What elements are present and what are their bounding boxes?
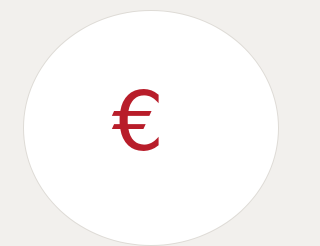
euro-icon: € xyxy=(111,75,165,170)
